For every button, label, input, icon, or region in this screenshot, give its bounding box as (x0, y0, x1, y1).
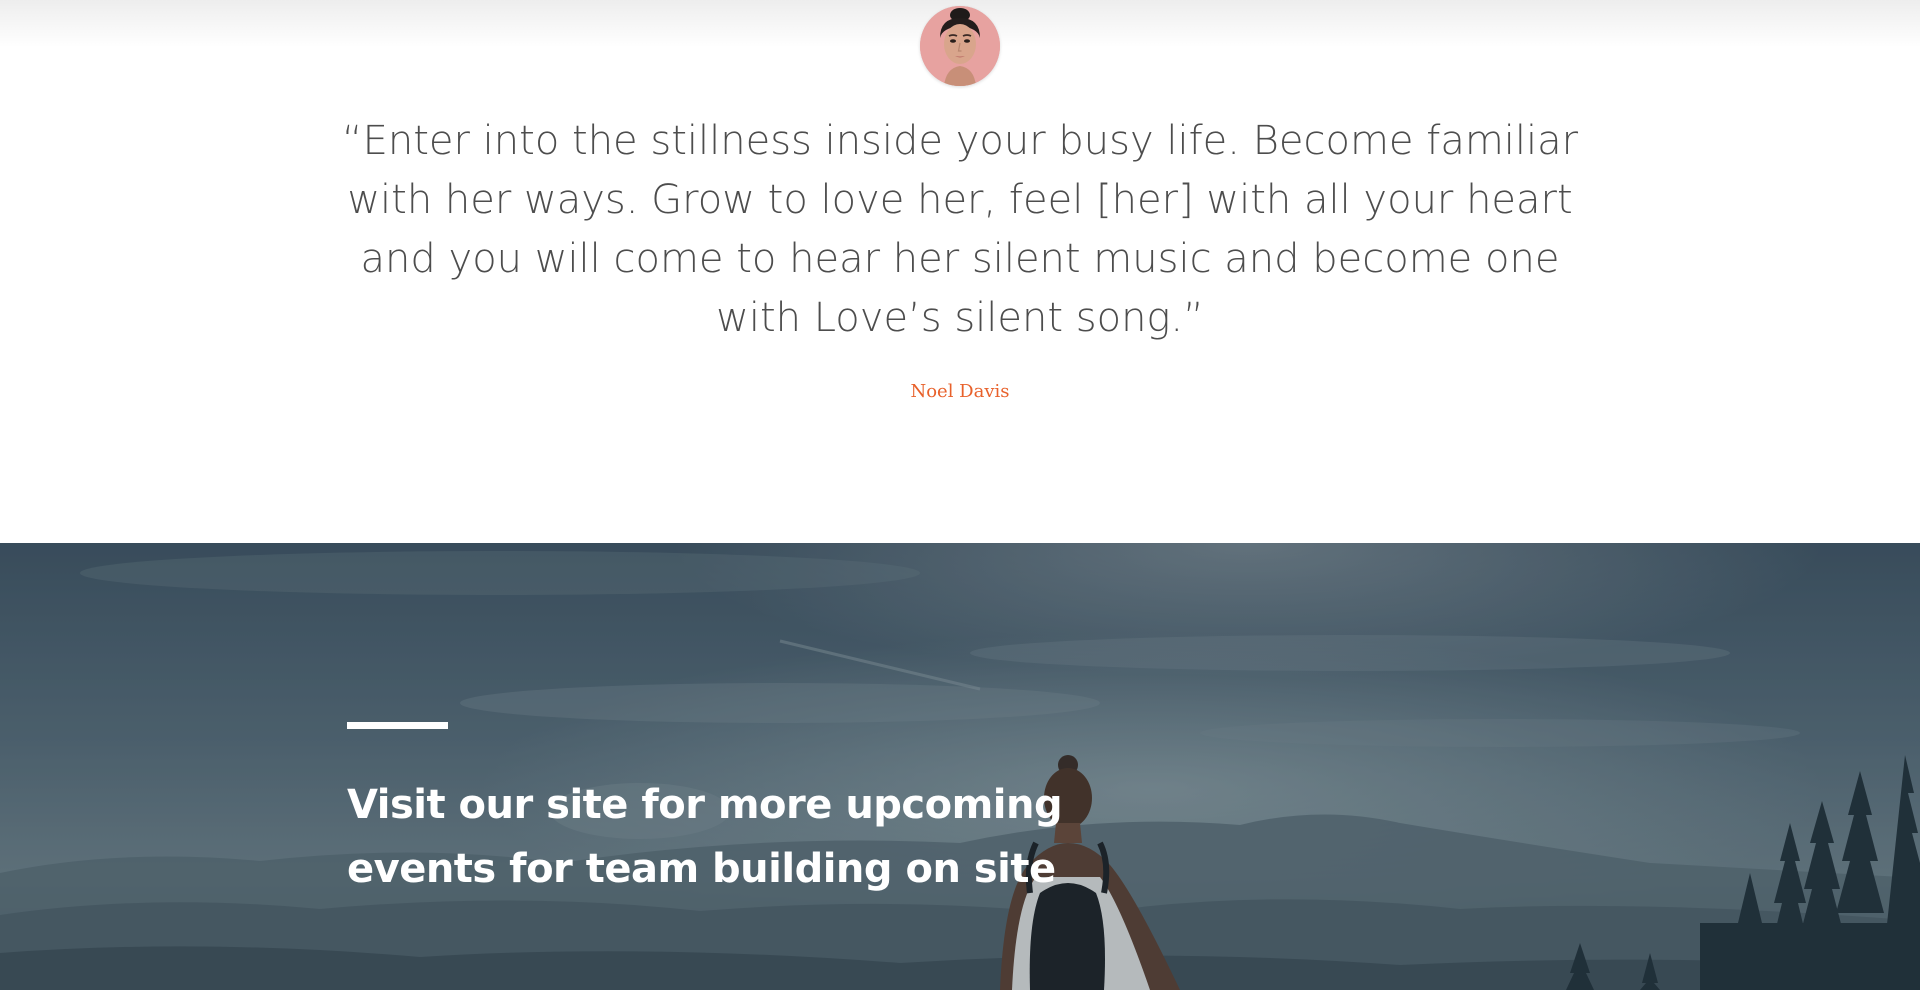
page: “Enter into the stillness inside your bu… (0, 0, 1920, 990)
banner-divider-line (347, 722, 448, 729)
banner-heading: Visit our site for more upcoming events … (347, 773, 1067, 901)
testimonial-section: “Enter into the stillness inside your bu… (0, 0, 1920, 543)
avatar (920, 6, 1000, 86)
banner-heading-line-1: Visit our site for more upcoming (347, 782, 1063, 828)
testimonial-quote: “Enter into the stillness inside your bu… (341, 118, 1579, 341)
banner-heading-line-2: events for team building on site (347, 846, 1056, 892)
portrait-avatar-icon (920, 6, 1000, 86)
hiker-mountain-background-image (0, 543, 1920, 990)
events-banner: Visit our site for more upcoming events … (0, 543, 1920, 990)
testimonial-author: Noel Davis (910, 381, 1010, 402)
